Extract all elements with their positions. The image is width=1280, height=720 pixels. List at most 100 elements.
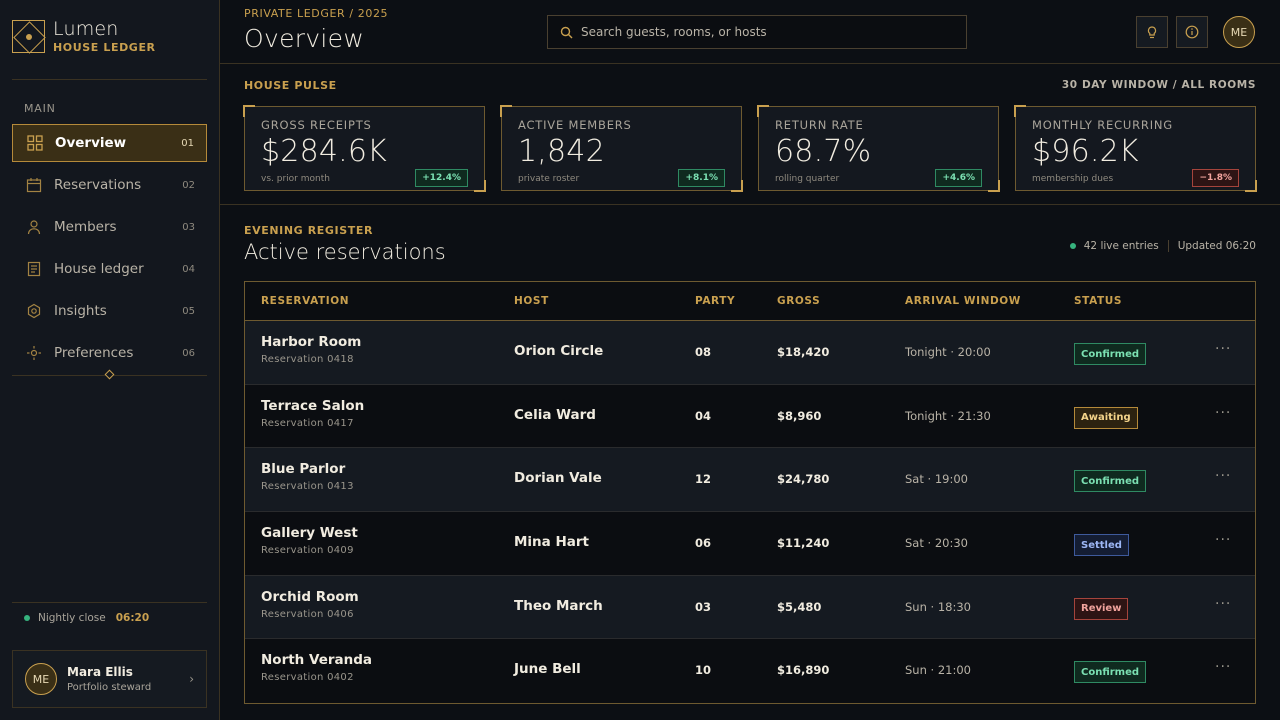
gross-amount: $24,780 <box>777 472 830 487</box>
sidebar-item-overview[interactable]: Overview 01 <box>12 124 207 162</box>
nightly-close-time: 06:20 <box>115 612 150 624</box>
status-badge: Confirmed <box>1074 470 1147 493</box>
section-label: HOUSE PULSE <box>244 79 337 92</box>
more-options-icon[interactable]: ··· <box>1215 532 1231 548</box>
table-row[interactable]: Harbor Room Reservation 0418 Orion Circle… <box>245 321 1255 385</box>
sidebar-item-label: Insights <box>54 303 107 319</box>
chevron-right-icon: › <box>189 672 194 686</box>
status-badge: Settled <box>1074 534 1129 557</box>
sidebar-item-number: 02 <box>182 179 195 191</box>
column-header-host[interactable]: HOST <box>514 295 549 307</box>
reservation-code: Reservation 0417 <box>261 417 354 429</box>
info-button[interactable] <box>1176 16 1208 48</box>
more-options-icon[interactable]: ··· <box>1215 468 1231 484</box>
gross-amount: $8,960 <box>777 408 822 423</box>
brand-subtitle: HOUSE LEDGER <box>53 41 156 54</box>
sidebar-item-label: Overview <box>55 135 127 151</box>
notifications-button[interactable] <box>1136 16 1168 48</box>
host-name: Theo March <box>514 597 603 614</box>
kpi-card-return-rate[interactable]: RETURN RATE 68.7% rolling quarter +4.6% <box>757 105 1000 192</box>
kpi-card-monthly-recurring[interactable]: MONTHLY RECURRING $96.2K membership dues… <box>1014 105 1257 192</box>
section-title: Active reservations <box>244 240 446 264</box>
status-badge: Confirmed <box>1074 661 1147 684</box>
section-label: EVENING REGISTER <box>244 224 374 237</box>
sidebar-item-number: 06 <box>182 347 195 359</box>
kpi-card-gross-receipts[interactable]: GROSS RECEIPTS $284.6K vs. prior month +… <box>243 105 486 192</box>
gross-amount: $11,240 <box>777 536 830 551</box>
reservation-code: Reservation 0413 <box>261 481 354 493</box>
kpi-delta-badge: +12.4% <box>415 169 468 187</box>
divider <box>12 79 207 80</box>
column-header-status[interactable]: STATUS <box>1074 295 1122 307</box>
profile-avatar-button[interactable]: ME <box>1223 16 1255 48</box>
sidebar-item-label: Members <box>54 219 117 235</box>
target-icon <box>27 303 41 319</box>
reservations-table: RESERVATION HOST PARTY GROSS ARRIVAL WIN… <box>244 281 1256 704</box>
kpi-subtitle: vs. prior month <box>261 174 330 184</box>
sidebar-item-number: 03 <box>182 221 195 233</box>
gross-amount: $5,480 <box>777 599 822 614</box>
more-options-icon[interactable]: ··· <box>1215 596 1231 612</box>
sidebar: Lumen HOUSE LEDGER MAIN Overview 01 Rese… <box>0 0 220 720</box>
sidebar-item-members[interactable]: Members 03 <box>12 208 207 246</box>
reservation-code: Reservation 0409 <box>261 545 354 557</box>
arrival-window: Sat · 19:00 <box>905 472 968 487</box>
column-header-gross[interactable]: GROSS <box>777 295 820 307</box>
live-entries-count: 42 live entries <box>1083 240 1159 252</box>
table-row[interactable]: North Veranda Reservation 0402 June Bell … <box>245 639 1255 703</box>
user-name: Mara Ellis <box>67 665 133 679</box>
status-badge: Awaiting <box>1074 406 1138 429</box>
status-badge: Review <box>1074 597 1129 620</box>
live-dot-icon <box>1069 243 1076 249</box>
brand[interactable]: Lumen HOUSE LEDGER <box>12 18 156 54</box>
kpi-title: RETURN RATE <box>775 118 864 132</box>
sidebar-item-reservations[interactable]: Reservations 02 <box>12 166 207 204</box>
sidebar-nav: Overview 01 Reservations 02 Members 03 H… <box>12 124 207 376</box>
room-name: Gallery West <box>261 525 358 542</box>
breadcrumb: PRIVATE LEDGER / 2025 <box>244 7 389 20</box>
sidebar-item-insights[interactable]: Insights 05 <box>12 292 207 330</box>
search-box[interactable] <box>547 15 967 49</box>
column-header-reservation[interactable]: RESERVATION <box>261 295 349 307</box>
updated-timestamp: Updated 06:20 <box>1177 240 1256 252</box>
column-header-arrival-window[interactable]: ARRIVAL WINDOW <box>905 295 1021 307</box>
kpi-subtitle: rolling quarter <box>775 174 840 184</box>
gross-amount: $18,420 <box>777 345 830 359</box>
kpi-card-active-members[interactable]: ACTIVE MEMBERS 1,842 private roster +8.1… <box>500 105 743 192</box>
host-name: June Bell <box>514 661 581 678</box>
sidebar-item-preferences[interactable]: Preferences 06 <box>12 334 207 372</box>
sidebar-item-number: 04 <box>182 263 195 275</box>
table-row[interactable]: Terrace Salon Reservation 0417 Celia Ward… <box>245 385 1255 449</box>
arrival-window: Tonight · 21:30 <box>905 408 991 423</box>
room-name: North Veranda <box>261 652 373 669</box>
nightly-close-status: Nightly close 06:20 <box>24 612 149 624</box>
search-input[interactable] <box>581 25 954 39</box>
more-options-icon[interactable]: ··· <box>1215 659 1231 675</box>
kpi-title: MONTHLY RECURRING <box>1032 118 1173 132</box>
table-row[interactable]: Orchid Room Reservation 0406 Theo March 0… <box>245 575 1255 640</box>
bulb-icon <box>1147 25 1157 38</box>
kpi-subtitle: membership dues <box>1032 174 1114 184</box>
table-row[interactable]: Blue Parlor Reservation 0413 Dorian Vale … <box>245 448 1255 513</box>
more-options-icon[interactable]: ··· <box>1215 405 1231 421</box>
table-row[interactable]: Gallery West Reservation 0409 Mina Hart 0… <box>245 512 1255 576</box>
top-header: PRIVATE LEDGER / 2025 Overview ME <box>220 0 1280 64</box>
status-badge: Confirmed <box>1074 343 1147 365</box>
room-name: Harbor Room <box>261 334 362 350</box>
party-size: 03 <box>695 599 712 614</box>
host-name: Mina Hart <box>514 534 590 551</box>
column-header-party[interactable]: PARTY <box>695 295 735 307</box>
time-window-filter[interactable]: 30 DAY WINDOW / ALL ROOMS <box>1062 79 1256 91</box>
more-options-icon[interactable]: ··· <box>1215 341 1231 357</box>
user-card[interactable]: ME Mara Ellis Portfolio steward › <box>12 650 207 708</box>
reservation-code: Reservation 0418 <box>261 354 354 365</box>
kpi-title: GROSS RECEIPTS <box>261 118 372 132</box>
status-dot-icon <box>24 615 30 621</box>
sidebar-item-house-ledger[interactable]: House ledger 04 <box>12 250 207 288</box>
nightly-close-label: Nightly close <box>38 612 106 624</box>
logo-icon <box>12 19 45 53</box>
brand-name: Lumen <box>53 18 119 40</box>
host-name: Celia Ward <box>514 406 596 423</box>
kpi-value: $284.6K <box>261 134 388 169</box>
reservation-code: Reservation 0406 <box>261 608 354 620</box>
